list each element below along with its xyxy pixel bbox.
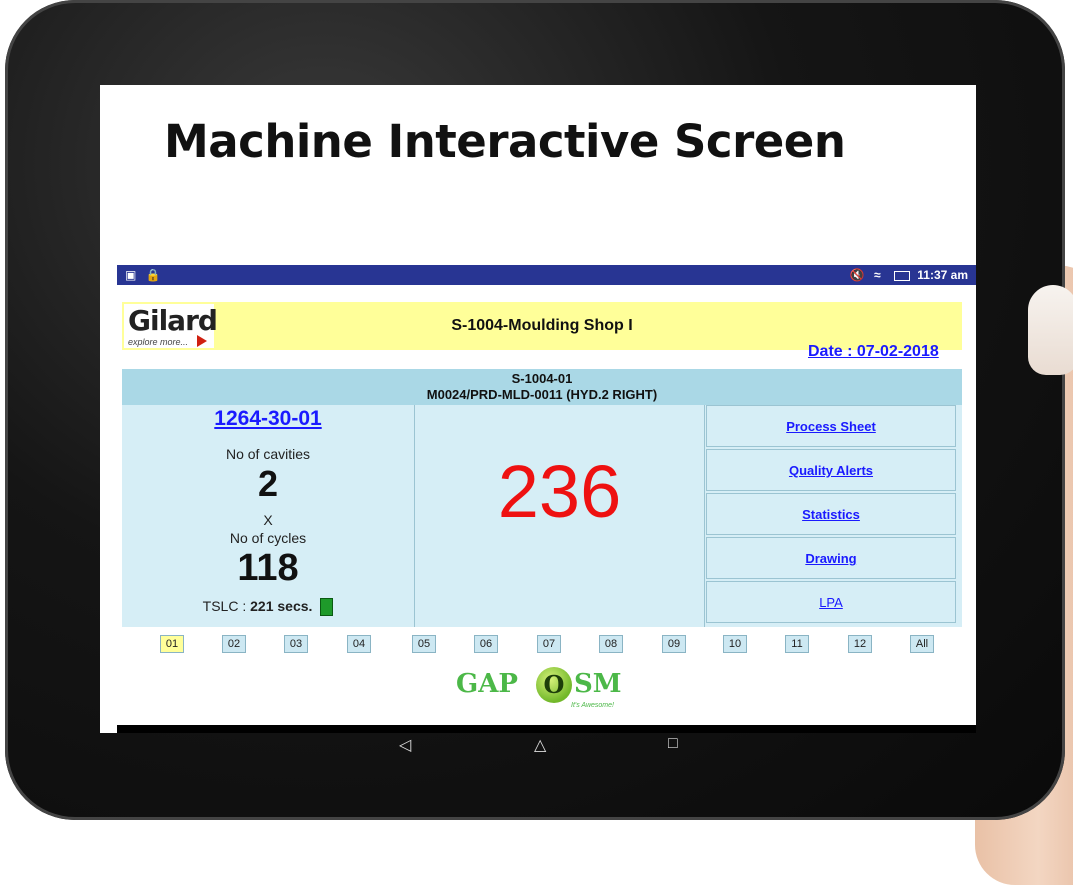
- page-button-02[interactable]: 02: [222, 635, 246, 653]
- machine-description: M0024/PRD-MLD-0011 (HYD.2 RIGHT): [426, 387, 658, 402]
- tablet-screen: Machine Interactive Screen ▣ 🔒 🔇 ≈ 11:37…: [100, 85, 976, 733]
- logo-tagline: explore more...: [128, 337, 189, 347]
- status-left: ▣ 🔒: [125, 268, 167, 282]
- logo-left-text: GAP: [456, 669, 518, 699]
- cycles-value: 118: [237, 547, 299, 589]
- page-button-06[interactable]: 06: [474, 635, 498, 653]
- statistics-link[interactable]: Statistics: [706, 493, 956, 535]
- process-sheet-link[interactable]: Process Sheet: [706, 405, 956, 447]
- part-number-link[interactable]: 1264-30-01: [122, 407, 414, 431]
- page-button-10[interactable]: 10: [723, 635, 747, 653]
- logo-o: O: [536, 667, 572, 703]
- logo-arrow-icon: [197, 335, 207, 347]
- recents-icon[interactable]: □: [668, 735, 678, 753]
- page-button-08[interactable]: 08: [599, 635, 623, 653]
- machine-panel: S-1004-01 M0024/PRD-MLD-0011 (HYD.2 RIGH…: [122, 369, 962, 627]
- page-button-11[interactable]: 11: [785, 635, 809, 653]
- cavities-label: No of cavities: [225, 446, 311, 462]
- page-button-09[interactable]: 09: [662, 635, 686, 653]
- divider: [704, 405, 705, 627]
- drawing-link[interactable]: Drawing: [706, 537, 956, 579]
- times-sign: X: [263, 512, 273, 528]
- tslc-line: TSLC : 221 secs.: [122, 598, 414, 617]
- status-bar: ▣ 🔒 🔇 ≈ 11:37 am: [117, 265, 976, 285]
- status-right: 🔇 ≈ 11:37 am: [850, 268, 968, 282]
- android-nav-keys: ◁ △ □: [370, 735, 700, 757]
- tslc-value: 221 secs.: [250, 598, 313, 614]
- page-button-all[interactable]: All: [910, 635, 934, 653]
- page-button-07[interactable]: 07: [537, 635, 561, 653]
- gaposm-logo: GAP O SM It's Awesome!: [456, 667, 636, 715]
- home-icon[interactable]: △: [534, 735, 546, 755]
- lock-icon: 🔒: [145, 268, 161, 282]
- thumbnail: [1028, 285, 1073, 375]
- machine-code: S-1004-01: [511, 371, 573, 386]
- cavities-value: 2: [257, 463, 279, 504]
- machine-title: S-1004-01 M0024/PRD-MLD-0011 (HYD.2 RIGH…: [122, 369, 962, 405]
- back-icon[interactable]: ◁: [399, 735, 411, 755]
- lpa-link[interactable]: LPA: [706, 581, 956, 623]
- android-nav-bar: [117, 725, 976, 733]
- image-icon: ▣: [125, 268, 137, 282]
- page-selector: 01 02 03 04 05 06 07 08 09 10 11 12 All: [122, 635, 962, 655]
- wifi-icon: ≈: [874, 268, 881, 282]
- page-button-03[interactable]: 03: [284, 635, 308, 653]
- date-link[interactable]: Date : 07-02-2018: [808, 343, 939, 361]
- mute-icon: 🔇: [849, 268, 865, 282]
- quality-alerts-link[interactable]: Quality Alerts: [706, 449, 956, 491]
- page-button-12[interactable]: 12: [848, 635, 872, 653]
- page-title: Machine Interactive Screen: [164, 115, 846, 168]
- page-button-01[interactable]: 01: [160, 635, 184, 653]
- battery-icon: [893, 270, 910, 281]
- logo-right-text: SM: [574, 669, 622, 699]
- logo-tagline: It's Awesome!: [571, 702, 614, 709]
- shop-name: S-1004-Moulding Shop I: [451, 317, 633, 334]
- page-button-05[interactable]: 05: [412, 635, 436, 653]
- page-button-04[interactable]: 04: [347, 635, 371, 653]
- production-count: 236: [497, 450, 622, 533]
- tslc-label: TSLC :: [202, 598, 251, 614]
- status-time: 11:37 am: [917, 268, 968, 282]
- status-indicator: [320, 598, 334, 617]
- cycles-label: No of cycles: [229, 530, 307, 546]
